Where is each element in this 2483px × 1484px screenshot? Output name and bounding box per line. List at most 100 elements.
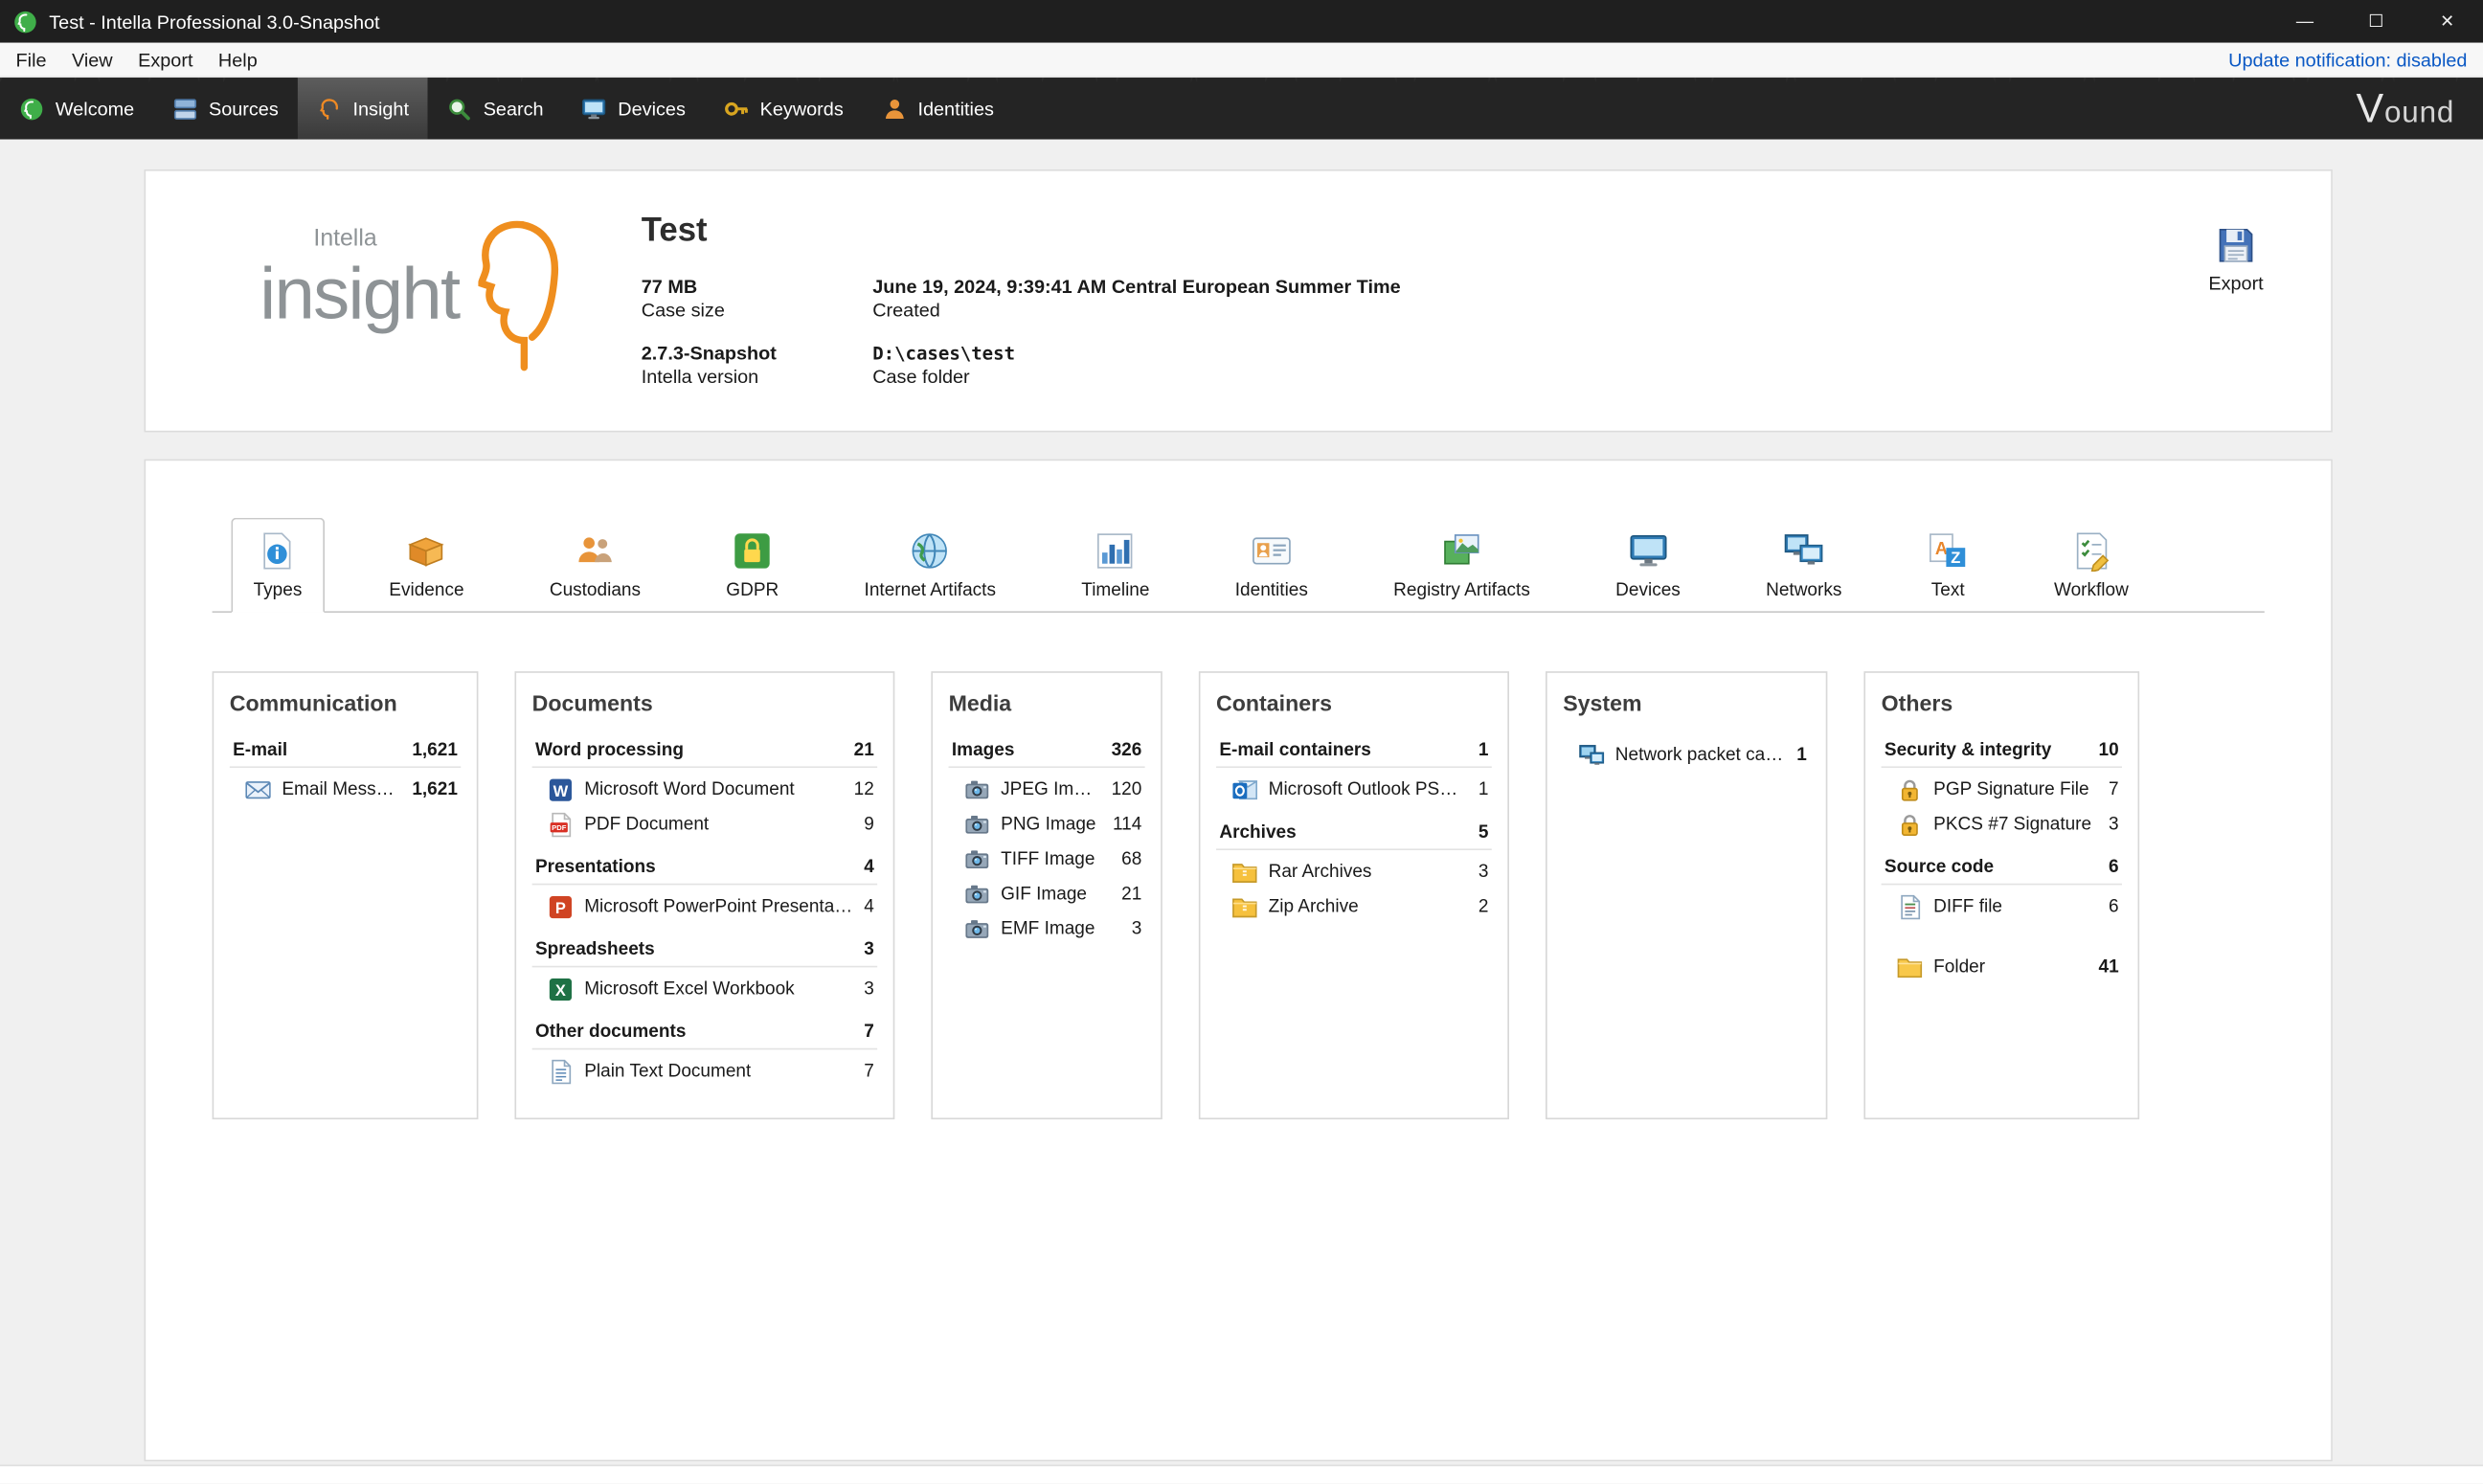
welcome-icon xyxy=(19,96,44,121)
vound-logo-text: Vound xyxy=(2356,84,2454,133)
category-header[interactable]: Security & integrity10 xyxy=(1882,738,2122,768)
camera-icon xyxy=(964,882,989,907)
export-button[interactable]: Export xyxy=(2192,225,2281,295)
type-section: Source code6 DIFF file6 xyxy=(1882,855,2122,925)
insight-tab-registry-artifacts[interactable]: Registry Artifacts xyxy=(1373,519,1551,611)
column-title: System xyxy=(1563,690,1810,715)
menu-view[interactable]: View xyxy=(59,43,125,77)
insight-tab-label: Identities xyxy=(1235,581,1308,600)
item-label: Microsoft Excel Workbook xyxy=(584,980,794,1000)
svg-text:X: X xyxy=(555,981,566,1000)
type-item[interactable]: Plain Text Document7 xyxy=(532,1054,878,1089)
type-item[interactable]: Zip Archive2 xyxy=(1216,889,1492,924)
nav-tab-welcome[interactable]: Welcome xyxy=(0,78,153,139)
outlook-icon xyxy=(1232,777,1257,802)
type-column-media: MediaImages326JPEG Image120PNG Image114T… xyxy=(931,671,1162,1119)
nav-tab-keywords[interactable]: Keywords xyxy=(705,78,863,139)
insight-tab-networks[interactable]: Networks xyxy=(1746,519,1862,611)
menu-file[interactable]: File xyxy=(3,43,58,77)
type-item[interactable]: PKCS #7 Signature3 xyxy=(1882,807,2122,842)
category-header[interactable]: E-mail containers1 xyxy=(1216,738,1492,768)
nav-tab-label: Search xyxy=(484,98,544,120)
insight-panel: Types Evidence Custodians GDPR Internet Arti… xyxy=(144,460,2332,1462)
item-label: PNG Image xyxy=(1001,816,1095,835)
insight-tab-internet-artifacts[interactable]: Internet Artifacts xyxy=(844,519,1016,611)
type-columns: CommunicationE-mail1,621Email Message1,6… xyxy=(213,671,2265,1119)
maximize-button[interactable]: ☐ xyxy=(2340,0,2411,43)
type-item[interactable]: PDFPDF Document9 xyxy=(532,807,878,842)
window-controls: — ☐ ✕ xyxy=(2269,0,2483,43)
titlebar: Test - Intella Professional 3.0-Snapshot… xyxy=(0,0,2483,43)
pdf-icon: PDF xyxy=(548,812,573,837)
type-item[interactable]: GIF Image21 xyxy=(949,877,1145,911)
type-item[interactable]: Folder41 xyxy=(1882,950,2122,984)
nav-tab-search[interactable]: Search xyxy=(428,78,563,139)
category-header[interactable]: Other documents7 xyxy=(532,1020,878,1049)
item-count: 6 xyxy=(2109,898,2119,917)
category-header[interactable]: Archives5 xyxy=(1216,821,1492,850)
archive-folder-icon xyxy=(1232,860,1257,885)
update-notification-link[interactable]: Update notification: disabled xyxy=(2228,48,2467,70)
type-item[interactable]: Email Message1,621 xyxy=(230,773,461,807)
item-label: TIFF Image xyxy=(1001,850,1095,869)
type-item[interactable]: EMF Image3 xyxy=(949,912,1145,947)
type-item[interactable]: PMicrosoft PowerPoint Presentation4 xyxy=(532,889,878,924)
type-item[interactable]: DIFF file6 xyxy=(1882,889,2122,924)
version-label: Intella version xyxy=(642,366,872,388)
item-label: Rar Archives xyxy=(1269,863,1372,882)
type-item[interactable]: Microsoft Outlook PST File1 xyxy=(1216,773,1492,807)
internet-artifacts-icon xyxy=(910,530,951,572)
insight-tab-custodians[interactable]: Custodians xyxy=(529,519,661,611)
insight-tab-text[interactable]: AZText xyxy=(1907,519,1989,611)
minimize-button[interactable]: — xyxy=(2269,0,2340,43)
camera-icon xyxy=(964,916,989,941)
type-item[interactable]: XMicrosoft Excel Workbook3 xyxy=(532,972,878,1006)
intella-insight-logo: Intella insight xyxy=(247,215,627,405)
insight-tab-gdpr[interactable]: GDPR xyxy=(706,519,800,611)
insight-tab-devices[interactable]: Devices xyxy=(1595,519,1702,611)
email-icon xyxy=(245,777,270,802)
insight-tab-identities[interactable]: Identities xyxy=(1214,519,1328,611)
category-header[interactable]: Images326 xyxy=(949,738,1145,768)
insight-tab-timeline[interactable]: Timeline xyxy=(1061,519,1170,611)
category-count: 7 xyxy=(864,1023,874,1042)
insight-tab-workflow[interactable]: Workflow xyxy=(2033,519,2149,611)
type-item[interactable]: Rar Archives3 xyxy=(1216,855,1492,889)
sources-icon xyxy=(172,96,197,121)
evidence-icon xyxy=(406,530,447,572)
insight-tab-evidence[interactable]: Evidence xyxy=(369,519,485,611)
vound-logo: Vound xyxy=(2356,78,2483,139)
registry-artifacts-icon xyxy=(1441,530,1482,572)
svg-text:PDF: PDF xyxy=(552,823,567,832)
excel-icon: X xyxy=(548,977,573,1001)
nav-tab-identities[interactable]: Identities xyxy=(863,78,1013,139)
type-item[interactable]: WMicrosoft Word Document12 xyxy=(532,773,878,807)
type-item[interactable]: PNG Image114 xyxy=(949,807,1145,842)
folder-icon xyxy=(1897,955,1922,979)
nav-tab-sources[interactable]: Sources xyxy=(153,78,298,139)
insight-tab-label: GDPR xyxy=(726,581,779,600)
type-item[interactable]: Network packet capture1 xyxy=(1563,738,1810,773)
devices-monitor-icon xyxy=(1627,530,1668,572)
item-count: 1,621 xyxy=(412,780,458,799)
menu-help[interactable]: Help xyxy=(206,43,270,77)
item-label: Microsoft Outlook PST File xyxy=(1269,780,1468,799)
category-header[interactable]: Word processing21 xyxy=(532,738,878,768)
nav-tab-devices[interactable]: Devices xyxy=(562,78,704,139)
menu-export[interactable]: Export xyxy=(125,43,206,77)
category-header[interactable]: E-mail1,621 xyxy=(230,738,461,768)
head-profile-icon xyxy=(478,213,560,396)
close-button[interactable]: ✕ xyxy=(2412,0,2483,43)
nav-tab-insight[interactable]: Insight xyxy=(298,78,428,139)
type-section: Security & integrity10 PGP Signature File… xyxy=(1882,738,2122,843)
type-item[interactable]: PGP Signature File7 xyxy=(1882,773,2122,807)
type-column-system: System Network packet capture1 xyxy=(1546,671,1827,1119)
type-item[interactable]: JPEG Image120 xyxy=(949,773,1145,807)
insight-tab-types[interactable]: Types xyxy=(231,518,324,613)
type-item[interactable]: TIFF Image68 xyxy=(949,843,1145,877)
category-header[interactable]: Presentations4 xyxy=(532,855,878,885)
category-header[interactable]: Spreadsheets3 xyxy=(532,937,878,967)
category-header[interactable]: Source code6 xyxy=(1882,855,2122,885)
types-icon xyxy=(257,530,298,572)
item-label: Zip Archive xyxy=(1269,898,1359,917)
